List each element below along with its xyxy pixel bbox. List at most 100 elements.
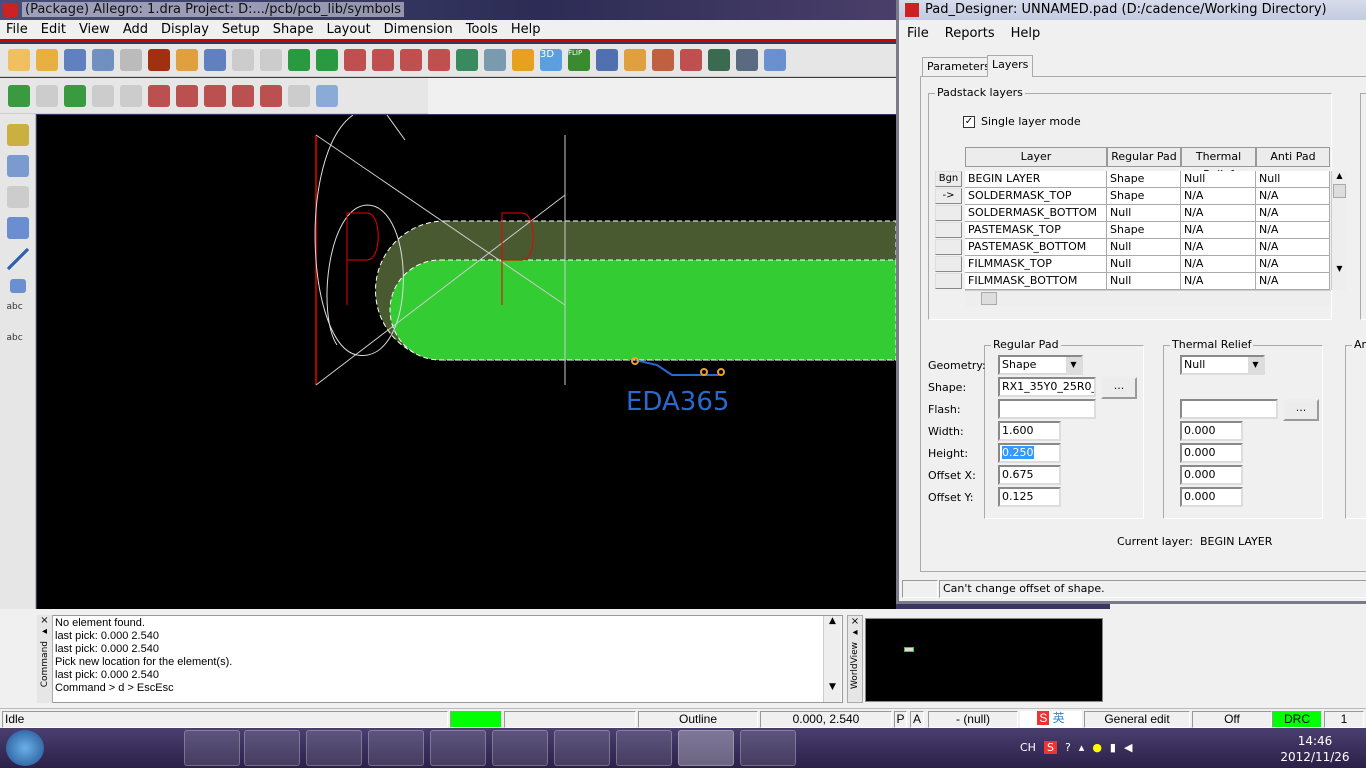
open-icon[interactable] [36, 49, 58, 71]
status-a-button[interactable]: A [910, 711, 924, 728]
zoom-world-icon[interactable] [484, 49, 506, 71]
disabled-icon[interactable] [92, 84, 114, 107]
tray-plus-icon[interactable]: ● [1092, 741, 1102, 754]
regular-offset-y-field[interactable]: 0.125 [998, 487, 1061, 507]
worldview-pane[interactable] [865, 618, 1103, 702]
regular-height-field[interactable]: 0.250 [998, 443, 1061, 463]
row-select-button[interactable]: -> [935, 188, 962, 204]
regular-geometry-select[interactable]: Shape ▼ [998, 355, 1083, 375]
cell-regular-pad[interactable]: Null [1107, 239, 1181, 256]
undo-icon[interactable] [176, 49, 198, 71]
app-icon[interactable] [368, 730, 424, 766]
cell-thermal-relief[interactable]: Null [1181, 171, 1256, 188]
cell-thermal-relief[interactable]: N/A [1181, 188, 1256, 205]
column-header-thermal-relief[interactable]: Thermal Relief [1181, 147, 1256, 181]
menu-add[interactable]: Add [117, 22, 155, 37]
cell-layer[interactable]: FILMMASK_TOP [965, 256, 1107, 273]
shape-browse-button[interactable]: ... [1101, 377, 1137, 399]
row-select-button[interactable] [935, 273, 962, 289]
chevron-down-icon[interactable]: ▼ [1248, 357, 1263, 373]
cell-layer[interactable]: PASTEMASK_BOTTOM [965, 239, 1107, 256]
dimension-icon[interactable] [176, 84, 198, 107]
3d-icon[interactable]: 3D [540, 49, 562, 71]
zoom-in-icon[interactable] [400, 49, 422, 71]
cell-layer[interactable]: SOLDERMASK_TOP [965, 188, 1107, 205]
component-icon[interactable] [148, 84, 170, 107]
thermal-width-field[interactable]: 0.000 [1180, 421, 1243, 441]
command-pane-handle[interactable]: × ◂ Command [37, 615, 53, 703]
menu-shape[interactable]: Shape [267, 22, 321, 37]
table-horizontal-scrollbar[interactable] [965, 290, 1331, 306]
row-select-button[interactable] [935, 239, 962, 255]
delete-icon[interactable] [148, 49, 170, 71]
menu-setup[interactable]: Setup [216, 22, 267, 37]
cell-regular-pad[interactable]: Null [1107, 256, 1181, 273]
tab-layers[interactable]: Layers [987, 55, 1034, 77]
delay-tune-icon[interactable] [6, 186, 29, 208]
refresh-icon[interactable] [512, 49, 534, 71]
row-select-button[interactable] [935, 205, 962, 221]
cell-thermal-relief[interactable]: N/A [1181, 256, 1256, 273]
pd-menu-help[interactable]: Help [1003, 26, 1049, 41]
stack-icon[interactable] [680, 49, 702, 71]
browser-icon[interactable] [244, 730, 300, 766]
cell-regular-pad[interactable]: Null [1107, 205, 1181, 222]
regular-width-field[interactable]: 1.600 [998, 421, 1061, 441]
column-header-anti-pad[interactable]: Anti Pad [1256, 147, 1330, 167]
help-icon[interactable] [316, 84, 338, 107]
cell-thermal-relief[interactable]: N/A [1181, 239, 1256, 256]
edit-text-icon[interactable]: abc [7, 333, 29, 355]
chevron-down-icon[interactable]: ▼ [1066, 357, 1081, 373]
rectangle-icon[interactable] [9, 279, 26, 293]
color-icon[interactable] [624, 49, 646, 71]
cell-thermal-relief[interactable]: N/A [1181, 273, 1256, 290]
pd-menu-file[interactable]: File [899, 26, 937, 41]
menu-file[interactable]: File [0, 22, 35, 37]
cell-anti-pad[interactable]: N/A [1256, 256, 1330, 273]
paint-icon[interactable] [740, 730, 796, 766]
flip-icon[interactable]: FLIP [568, 49, 590, 71]
layer-icon[interactable] [652, 49, 674, 71]
camera-icon[interactable] [232, 84, 254, 107]
regular-shape-field[interactable]: RX1_35Y0_25R0_2 [998, 377, 1096, 397]
menu-dimension[interactable]: Dimension [378, 22, 460, 37]
ime-bar[interactable]: S 英 [1020, 711, 1082, 728]
app-icon[interactable] [554, 730, 610, 766]
board-icon[interactable] [8, 84, 30, 107]
board-routed-icon[interactable] [64, 84, 86, 107]
column-header-layer[interactable]: Layer [965, 147, 1107, 167]
menu-view[interactable]: View [73, 22, 117, 37]
move-icon[interactable] [92, 49, 114, 71]
status-p-button[interactable]: P [894, 711, 907, 728]
cell-anti-pad[interactable]: N/A [1256, 222, 1330, 239]
menu-tools[interactable]: Tools [460, 22, 505, 37]
cell-anti-pad[interactable]: N/A [1256, 273, 1330, 290]
menu-help[interactable]: Help [505, 22, 548, 37]
down-arrow-icon[interactable] [260, 49, 282, 71]
volume-icon[interactable]: ◀ [1124, 741, 1132, 754]
cell-layer[interactable]: PASTEMASK_TOP [965, 222, 1107, 239]
zoom-prev-icon[interactable] [456, 49, 478, 71]
new-icon[interactable] [8, 49, 30, 71]
thermal-offset-y-field[interactable]: 0.000 [1180, 487, 1243, 507]
command-scrollbar[interactable]: ▲ ▼ [823, 616, 841, 702]
cell-thermal-relief[interactable]: N/A [1181, 205, 1256, 222]
sogou-icon[interactable]: S [1043, 740, 1057, 754]
cell-anti-pad[interactable]: N/A [1256, 205, 1330, 222]
thermal-geometry-select[interactable]: Null ▼ [1180, 355, 1265, 375]
allegro-taskbar-icon[interactable] [678, 730, 734, 766]
cell-layer[interactable]: FILMMASK_BOTTOM [965, 273, 1107, 290]
table-vertical-scrollbar[interactable]: ▲ ▼ [1331, 171, 1347, 290]
pd-menu-reports[interactable]: Reports [937, 26, 1003, 41]
cell-regular-pad[interactable]: Null [1107, 273, 1181, 290]
show-hidden-icon[interactable]: ▴ [1079, 741, 1085, 754]
fanout-icon[interactable] [6, 217, 29, 239]
cell-anti-pad[interactable]: N/A [1256, 188, 1330, 205]
pad-designer-taskbar-icon[interactable] [616, 730, 672, 766]
down-arrow-icon[interactable] [204, 49, 226, 71]
start-button[interactable] [6, 730, 44, 766]
line-icon[interactable] [6, 248, 29, 270]
language-indicator[interactable]: CH [1020, 741, 1036, 754]
menu-layout[interactable]: Layout [320, 22, 377, 37]
cell-anti-pad[interactable]: N/A [1256, 239, 1330, 256]
